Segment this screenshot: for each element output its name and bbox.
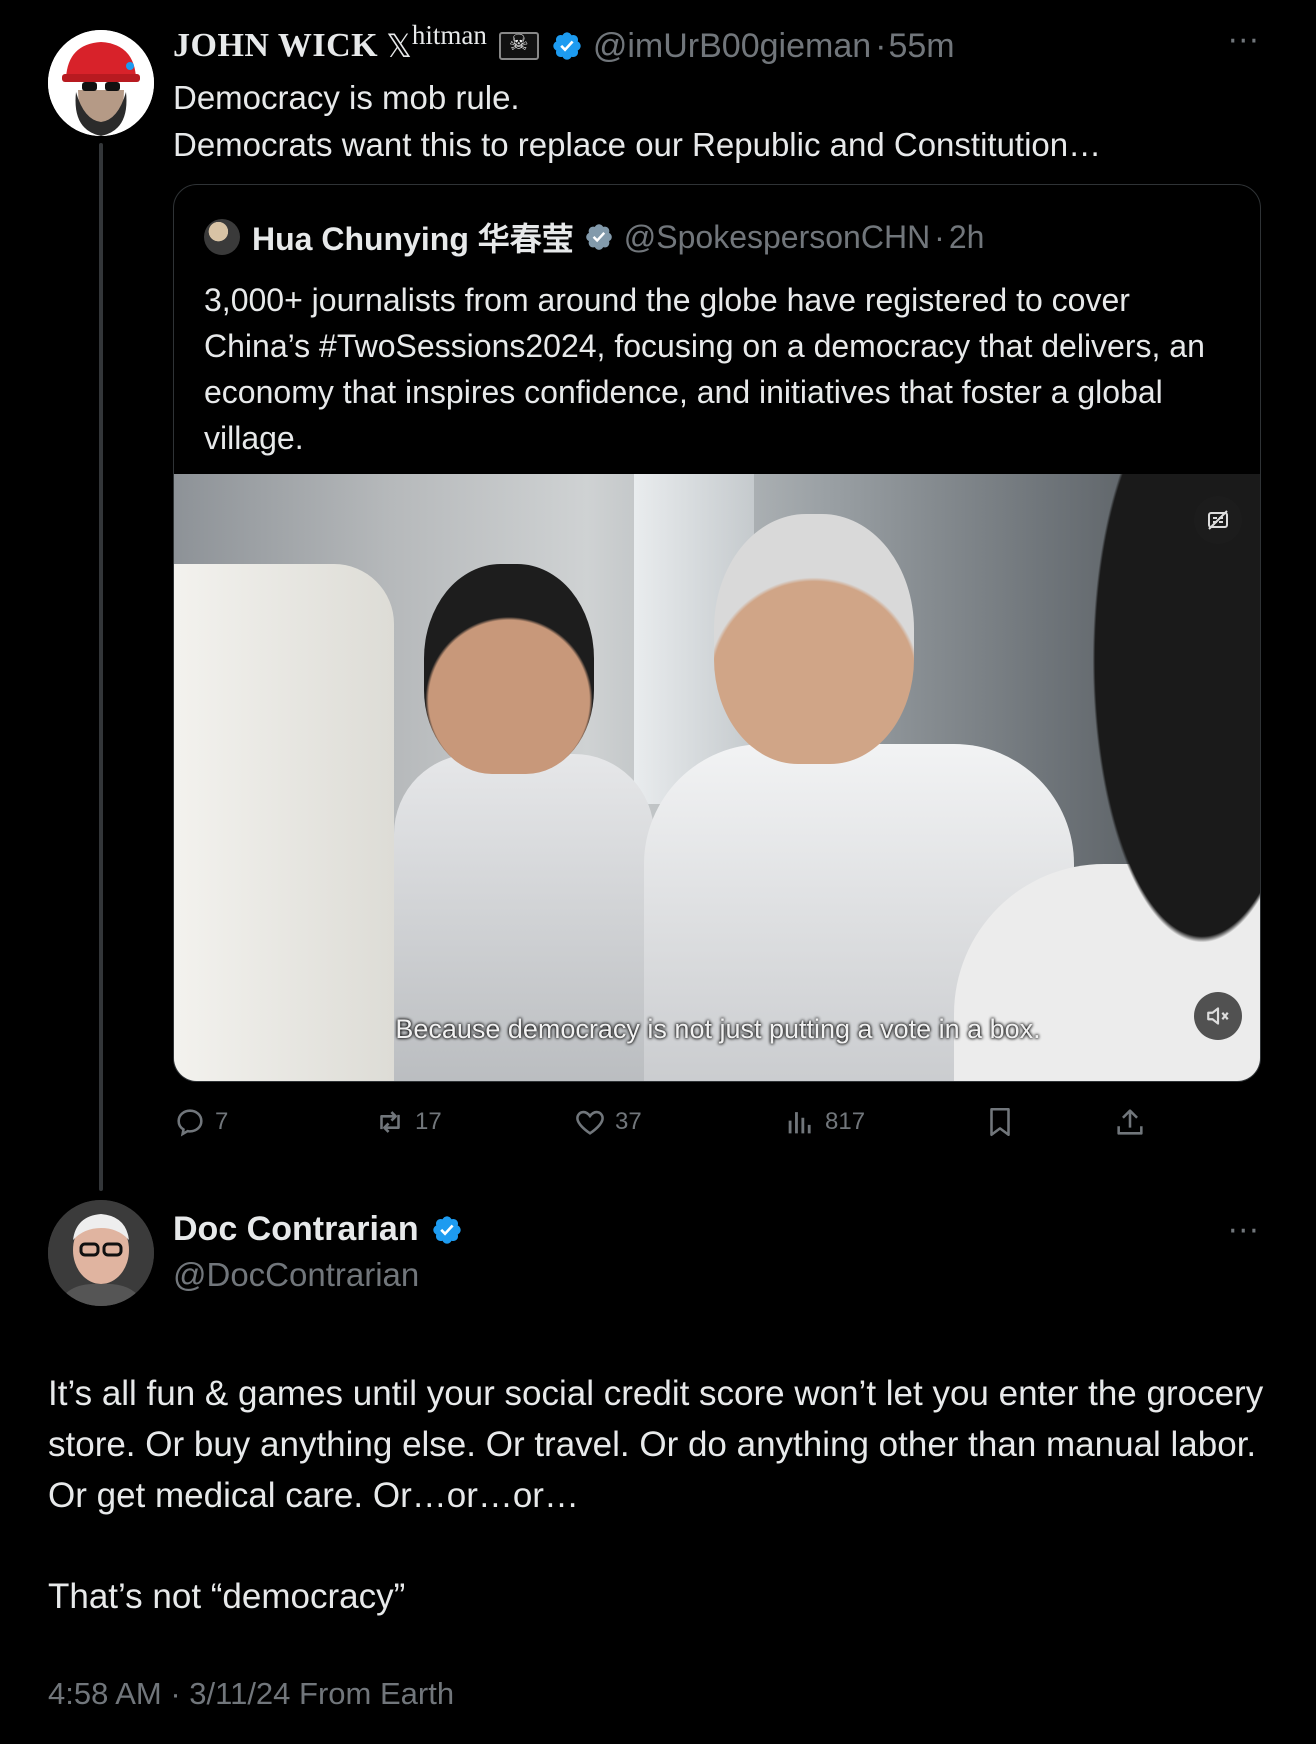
tweet-text: Democracy is mob rule. Democrats want th… (173, 74, 1101, 168)
tweet-text-line: Democrats want this to replace our Repub… (173, 126, 1102, 163)
timestamp: 2h (948, 218, 985, 255)
timestamp[interactable]: 55m (888, 27, 954, 66)
repost-icon (380, 1111, 400, 1133)
verified-badge-icon (585, 224, 612, 250)
separator: · (934, 218, 945, 255)
separator: · (875, 26, 887, 65)
video-caption: Because democracy is not just putting a … (395, 1014, 1041, 1044)
avatar[interactable] (48, 30, 154, 136)
views-button[interactable]: 817 (783, 1100, 865, 1144)
video-scene-machine (174, 564, 394, 1081)
display-name[interactable]: JOHN WICK (173, 27, 378, 65)
captions-icon[interactable] (1194, 496, 1242, 544)
bookmark-icon (990, 1107, 1010, 1137)
handle[interactable]: @DocContrarian (173, 1256, 419, 1294)
tweet-text: That’s not “democracy” (48, 1577, 406, 1616)
more-options-icon[interactable]: ··· (1228, 24, 1260, 59)
views-icon (788, 1112, 811, 1134)
display-name[interactable]: Doc Contrarian (173, 1210, 419, 1249)
display-name-row: Doc Contrarian (173, 1210, 463, 1249)
handle[interactable]: @imUrB00gieman (593, 27, 871, 66)
avatar[interactable] (48, 1200, 154, 1306)
name-superscript: hitman (411, 19, 487, 50)
verified-badge-icon (553, 32, 581, 60)
reply-icon (177, 1109, 203, 1137)
like-button[interactable]: 37 (573, 1100, 642, 1144)
display-name-cjk: 华春莹 (477, 220, 574, 258)
repost-count: 17 (415, 1108, 442, 1135)
tweet-header: JOHN WICK 𝕏 hitman @imUrB00gieman · 55m (173, 19, 1276, 70)
video-scene-person (394, 564, 654, 1081)
muted-speaker-icon[interactable] (1194, 992, 1242, 1040)
pirate-flag-icon (498, 31, 539, 60)
tweet-text-line: Democracy is mob rule. (173, 79, 520, 116)
like-count: 37 (615, 1108, 642, 1135)
quoted-tweet[interactable]: Hua Chunying 华春莹 @SpokespersonCHN · 2h 3… (173, 184, 1261, 1082)
views-count: 817 (825, 1108, 866, 1135)
repost-button[interactable]: 17 (373, 1100, 442, 1144)
share-button[interactable] (1113, 1100, 1155, 1144)
handle: @SpokespersonCHN (623, 218, 931, 255)
video-scene-hair (1034, 474, 1260, 1081)
avatar (204, 219, 240, 255)
tweet-actions-bar: 7 17 37 817 (173, 1100, 1173, 1144)
verified-badge-icon (432, 1215, 461, 1244)
display-name: Hua Chunying 华春莹 (252, 220, 574, 258)
quoted-tweet-text: 3,000+ journalists from around the globe… (204, 282, 1205, 456)
tweet-timestamp[interactable]: 4:58 AM · 3/11/24 From Earth (48, 1676, 454, 1712)
reply-button[interactable]: 7 (173, 1100, 228, 1144)
quoted-tweet-header: Hua Chunying 华春莹 @SpokespersonCHN · 2h (204, 215, 984, 259)
x-glyph: 𝕏 (386, 27, 412, 65)
video-player[interactable]: Because democracy is not just putting a … (174, 474, 1260, 1081)
bookmark-button[interactable] (983, 1100, 1025, 1144)
thread-line (99, 143, 103, 1191)
more-options-icon[interactable]: ··· (1228, 1214, 1260, 1249)
tweet-text: It’s all fun & games until your social c… (48, 1374, 1264, 1515)
heart-icon (576, 1110, 604, 1135)
reply-count: 7 (215, 1108, 229, 1135)
share-icon (1117, 1109, 1143, 1135)
